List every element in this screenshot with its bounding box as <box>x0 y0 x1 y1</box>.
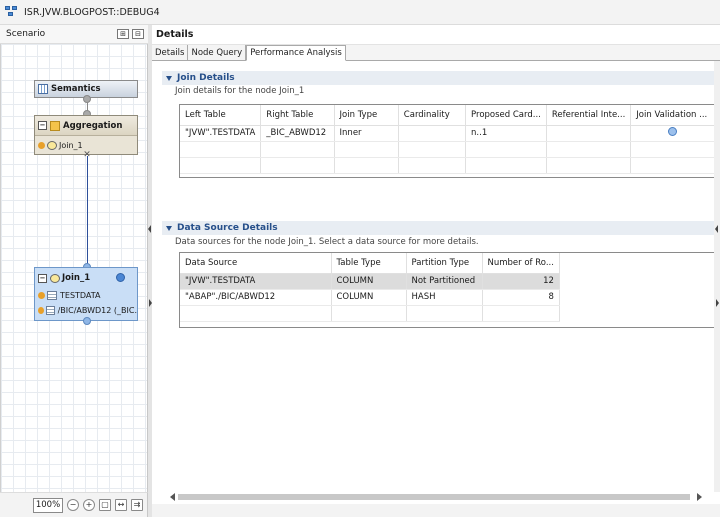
window-title: ISR.JVW.BLOGPOST::DEBUG4 <box>24 6 160 18</box>
join-input-icon <box>47 140 57 150</box>
aggregation-node[interactable]: − Aggregation Join_1 <box>34 115 138 155</box>
join-type-cell: Inner <box>334 125 399 142</box>
left-table-cell: "JVW".TESTDATA <box>180 125 262 142</box>
auto-layout-icon[interactable]: ⇉ <box>131 499 143 511</box>
join-input-label: TESTDATA <box>60 291 101 300</box>
info-icon[interactable] <box>668 127 678 136</box>
expand-section-icon[interactable] <box>166 225 172 231</box>
data-source-header-row: Data Source Table Type Partition Type Nu… <box>180 253 560 274</box>
data-source-title: Data Source Details <box>177 223 278 233</box>
table-row[interactable]: "JVW".TESTDATA _BIC_ABWD12 Inner n..1 <box>180 125 715 142</box>
scenario-header: Scenario ⊞ ⊟ <box>0 25 148 44</box>
scenario-label: Scenario <box>6 29 46 39</box>
table-icon <box>45 306 55 315</box>
details-tabs: Details Node Query Performance Analysis <box>152 45 720 61</box>
performance-analysis-panel: Join Details Join details for the node J… <box>152 61 716 492</box>
join-input-port[interactable] <box>83 317 91 325</box>
vertical-scrollbar[interactable] <box>714 61 720 492</box>
node-link-join-to-aggregation <box>87 156 88 268</box>
tab-node-query[interactable]: Node Query <box>188 45 247 61</box>
row-count-cell: 12 <box>482 273 560 290</box>
expand-section-icon[interactable] <box>166 75 172 81</box>
toggle-layout-icon[interactable]: ↔ <box>115 499 127 511</box>
column-header[interactable]: Data Source <box>180 253 332 274</box>
input-status-icon <box>38 307 44 314</box>
right-table-cell: _BIC_ABWD12 <box>260 125 335 142</box>
tab-details[interactable]: Details <box>152 45 189 61</box>
partition-type-cell: HASH <box>406 289 483 306</box>
join-details-description: Join details for the node Join_1 <box>175 86 305 96</box>
calculation-view-icon <box>5 6 19 18</box>
semantics-input-port[interactable] <box>83 95 91 103</box>
column-header[interactable]: Table Type <box>331 253 407 274</box>
join-icon <box>50 273 60 283</box>
expand-right-icon[interactable] <box>715 225 718 233</box>
join-details-table[interactable]: Left Table Right Table Join Type Cardina… <box>179 104 716 178</box>
status-strip <box>152 504 720 517</box>
window-titlebar: ISR.JVW.BLOGPOST::DEBUG4 <box>0 0 720 25</box>
column-header[interactable]: Left Table <box>180 105 262 126</box>
zoom-toolbar: 100% − + ▢ ↔ ⇉ <box>0 492 148 517</box>
join-table-header-row: Left Table Right Table Join Type Cardina… <box>180 105 715 126</box>
column-header[interactable]: Number of Ro... <box>482 253 560 274</box>
zoom-out-icon[interactable]: − <box>67 499 79 511</box>
table-row <box>180 157 715 174</box>
cardinality-cell <box>398 125 467 142</box>
join-node[interactable]: − Join_1 TESTDATA /BIC/ABWD12 (_BIC. <box>34 267 138 321</box>
table-type-cell: COLUMN <box>331 289 407 306</box>
data-source-description: Data sources for the node Join_1. Select… <box>175 237 479 247</box>
details-header: Details <box>152 25 720 45</box>
data-source-table[interactable]: Data Source Table Type Partition Type Nu… <box>179 252 716 328</box>
data-source-cell: "JVW".TESTDATA <box>180 273 332 290</box>
semantics-node-label: Semantics <box>51 84 101 94</box>
input-status-icon <box>38 141 45 149</box>
join-input-label: /BIC/ABWD12 (_BIC. <box>57 306 137 315</box>
table-type-cell: COLUMN <box>331 273 407 290</box>
proposed-cardinality-cell: n..1 <box>465 125 547 142</box>
collapse-node-icon[interactable]: − <box>38 273 47 283</box>
info-icon[interactable] <box>116 273 125 282</box>
column-header[interactable]: Proposed Card... <box>465 105 547 126</box>
horizontal-scrollbar[interactable] <box>168 492 708 502</box>
collapse-left-icon[interactable] <box>148 225 151 233</box>
row-count-cell: 8 <box>482 289 560 306</box>
expand-all-icon[interactable]: ⊞ <box>117 29 129 39</box>
column-header[interactable]: Right Table <box>260 105 335 126</box>
referential-integrity-cell <box>546 125 632 142</box>
join-details-title: Join Details <box>177 73 235 83</box>
data-source-cell: "ABAP"./BIC/ABWD12 <box>180 289 332 306</box>
semantics-icon <box>38 84 48 94</box>
scroll-left-icon[interactable] <box>170 493 175 501</box>
table-row <box>180 141 715 158</box>
aggregation-input-label: Join_1 <box>59 140 83 150</box>
zoom-level-field[interactable]: 100% <box>33 497 63 513</box>
collapse-node-icon[interactable]: − <box>38 121 47 130</box>
aggregation-input-port[interactable]: ✕ <box>83 151 91 160</box>
join-details-section-header[interactable]: Join Details <box>162 71 716 85</box>
column-header[interactable]: Cardinality <box>398 105 467 126</box>
column-header[interactable]: Referential Inte... <box>546 105 632 126</box>
aggregation-node-label: Aggregation <box>63 120 123 131</box>
fit-to-window-icon[interactable]: ▢ <box>99 499 111 511</box>
column-header[interactable]: Join Validation ... <box>630 105 715 126</box>
table-row[interactable]: "JVW".TESTDATA COLUMN Not Partitioned 12 <box>180 273 560 290</box>
column-header[interactable]: Join Type <box>334 105 399 126</box>
tab-performance-analysis[interactable]: Performance Analysis <box>246 45 346 61</box>
join-validation-cell <box>630 125 715 142</box>
scroll-right-icon[interactable] <box>697 493 702 501</box>
join-node-label: Join_1 <box>62 273 91 283</box>
scrollbar-thumb[interactable] <box>178 494 690 500</box>
data-source-section-header[interactable]: Data Source Details <box>162 221 716 235</box>
zoom-in-icon[interactable]: + <box>83 499 95 511</box>
partition-type-cell: Not Partitioned <box>406 273 483 290</box>
collapse-all-icon[interactable]: ⊟ <box>132 29 144 39</box>
table-row <box>180 305 560 322</box>
column-header[interactable]: Partition Type <box>406 253 483 274</box>
aggregation-icon <box>50 120 60 131</box>
table-row[interactable]: "ABAP"./BIC/ABWD12 COLUMN HASH 8 <box>180 289 560 306</box>
input-status-icon <box>38 292 45 299</box>
expand-right-icon[interactable] <box>716 299 719 307</box>
table-icon <box>47 291 57 300</box>
scenario-canvas[interactable]: Semantics − Aggregation Join_1 ✕ − Join_… <box>0 44 148 492</box>
